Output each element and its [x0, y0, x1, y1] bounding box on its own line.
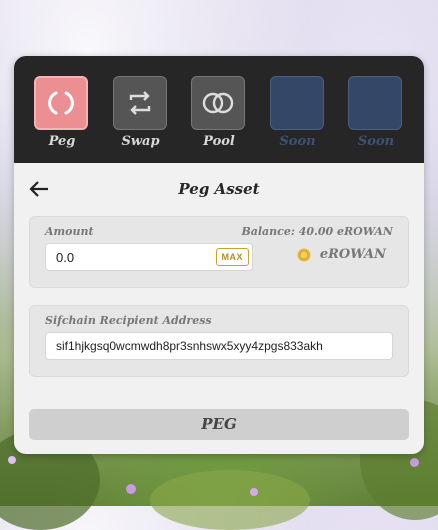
swap-icon [129, 91, 150, 115]
soon-tile [348, 76, 402, 130]
nav-label-soon: Soon [279, 134, 316, 149]
max-button[interactable]: MAX [215, 248, 249, 266]
token-name: eROWAN [319, 247, 386, 262]
page-header: Peg Asset [14, 163, 424, 215]
pool-icon [202, 92, 234, 114]
nav-item-pool[interactable]: Pool [191, 76, 247, 163]
amount-card: Amount Balance: 40.00 eROWAN MAX eROWAN [29, 216, 409, 288]
nav-item-soon-2: Soon [348, 76, 404, 163]
nav-label-pool: Pool [203, 134, 235, 149]
recipient-label: Sifchain Recipient Address [45, 314, 212, 327]
top-nav: Peg Swap Pool Soon Soon [14, 56, 424, 163]
recipient-field [45, 332, 393, 360]
nav-label-soon: Soon [357, 134, 395, 149]
coin-icon [297, 248, 311, 261]
recipient-address-input[interactable] [56, 339, 386, 353]
soon-tile [269, 76, 324, 130]
amount-field: MAX [45, 243, 253, 271]
pool-tile [191, 76, 245, 130]
swap-tile [112, 76, 167, 130]
page-title: Peg Asset [178, 180, 260, 198]
peg-icon [48, 91, 74, 115]
nav-item-swap[interactable]: Swap [112, 76, 169, 163]
amount-label: Amount [45, 225, 94, 238]
nav-item-soon-1: Soon [269, 76, 326, 163]
amount-input[interactable] [56, 250, 196, 265]
recipient-card: Sifchain Recipient Address [29, 305, 409, 377]
nav-label-swap: Swap [121, 134, 160, 149]
token-selector[interactable]: eROWAN [297, 247, 386, 262]
peg-tile [34, 76, 88, 130]
nav-label-peg: Peg [48, 134, 76, 149]
balance-text: Balance: 40.00 eROWAN [241, 225, 393, 238]
nav-item-peg[interactable]: Peg [34, 76, 90, 163]
peg-panel: Peg Swap Pool Soon Soon Peg Asset Amount… [14, 56, 424, 454]
peg-button[interactable]: PEG [29, 409, 409, 440]
